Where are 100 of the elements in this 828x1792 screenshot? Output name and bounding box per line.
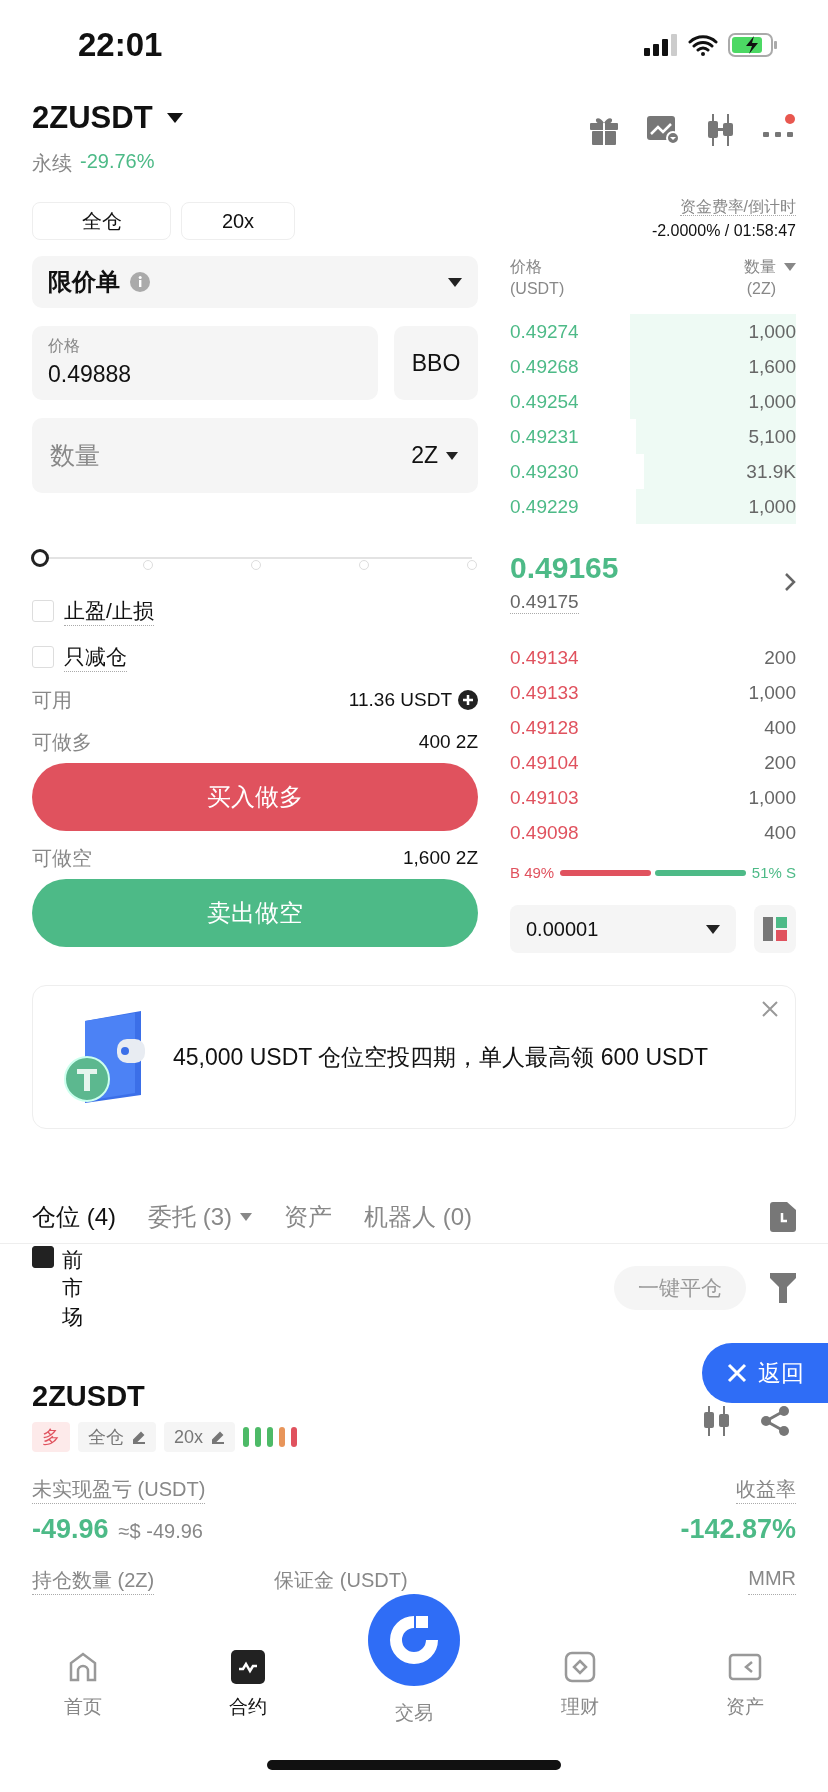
margin-label: 保证金 (USDT)	[274, 1568, 408, 1593]
filter-label: 前市场	[62, 1247, 83, 1330]
order-price: 0.49103	[510, 786, 579, 809]
margin-mode-button[interactable]: 全仓	[32, 202, 171, 240]
history-icon[interactable]	[770, 1202, 796, 1232]
promo-text: 45,000 USDT 仓位空投四期，单人最高领 600 USDT	[173, 1043, 709, 1072]
caret-icon	[446, 451, 458, 460]
order-price: 0.49229	[510, 495, 579, 518]
nav-item[interactable]: 交易	[395, 1700, 433, 1792]
slider-thumb[interactable]	[31, 549, 49, 567]
candlestick-icon[interactable]	[702, 1406, 732, 1436]
column-header: 价格	[510, 257, 543, 277]
slider-stop[interactable]	[143, 560, 153, 570]
tab[interactable]: 资产	[284, 1201, 332, 1233]
order-quantity: 5,100	[748, 425, 796, 448]
position-symbol: 2ZUSDT	[32, 1379, 145, 1413]
signal-icon	[644, 34, 678, 56]
order-price: 0.49230	[510, 460, 579, 483]
roe-value: -142.87%	[680, 1514, 796, 1545]
available-label: 可用	[32, 687, 72, 713]
column-unit: (2Z)	[745, 279, 777, 299]
symbol-title: 2ZUSDT	[32, 100, 153, 136]
margin-tag[interactable]: 全仓	[78, 1422, 156, 1452]
edit-icon	[132, 1430, 146, 1444]
leverage-tag[interactable]: 20x	[164, 1422, 236, 1452]
add-icon[interactable]	[458, 690, 478, 710]
slider-stop[interactable]	[251, 560, 261, 570]
option-label: 止盈/止损	[64, 596, 154, 626]
sell-short-button[interactable]: 卖出做空	[32, 879, 478, 947]
order-price: 0.49254	[510, 390, 579, 413]
pnl-label: 未实现盈亏 (USDT)	[32, 1476, 206, 1504]
max-long-value: 400 2Z	[418, 731, 478, 753]
wifi-icon	[688, 34, 718, 56]
caret-icon	[448, 277, 462, 287]
chevron-right-icon[interactable]	[784, 572, 796, 592]
funding-value: -2.0000% / 01:58:47	[651, 222, 796, 239]
nav-item[interactable]: 合约	[165, 1650, 332, 1792]
column-unit: (USDT)	[510, 279, 565, 299]
edit-icon	[211, 1430, 226, 1444]
filter-icon[interactable]	[770, 1273, 796, 1303]
tab[interactable]: 委托 (3)	[148, 1201, 252, 1233]
quantity-field[interactable]: 数量 2Z	[32, 418, 478, 493]
promo-banner[interactable]: 45,000 USDT 仓位空投四期，单人最高领 600 USDT	[32, 985, 796, 1129]
nav-item[interactable]: 资产	[662, 1650, 828, 1792]
order-quantity: 31.9K	[746, 460, 796, 483]
leverage-button[interactable]: 20x	[181, 202, 295, 240]
unit-selector[interactable]: 2Z	[411, 442, 458, 469]
caret-icon	[240, 1213, 252, 1221]
order-quantity: 200	[764, 751, 796, 774]
funding-label: 资金费率/倒计时	[679, 198, 796, 216]
tab[interactable]: 机器人 (0)	[364, 1201, 472, 1233]
share-icon[interactable]	[760, 1406, 790, 1436]
close-icon	[726, 1362, 748, 1384]
max-short-value: 1,600 2Z	[403, 847, 478, 869]
slider-stop[interactable]	[359, 560, 369, 570]
layout-icon	[763, 917, 787, 941]
info-icon	[130, 272, 150, 292]
available-value: 11.36 USDT	[348, 689, 452, 711]
bbo-button[interactable]: BBO	[394, 326, 478, 400]
order-price: 0.49098	[510, 821, 579, 844]
layout-button[interactable]	[754, 905, 796, 953]
back-button[interactable]: 返回	[702, 1343, 828, 1403]
last-price: 0.49165	[510, 550, 619, 585]
price-change: -29.76%	[80, 150, 155, 174]
pnl-value: -49.96	[32, 1514, 109, 1545]
order-price: 0.49133	[510, 681, 579, 704]
roe-label: 收益率	[736, 1476, 796, 1504]
buy-long-button[interactable]: 买入做多	[32, 763, 478, 831]
max-short-label: 可做空	[32, 845, 92, 871]
option-label: 只减仓	[64, 642, 127, 672]
checkbox[interactable]	[32, 1246, 54, 1268]
amount-slider[interactable]	[32, 549, 478, 567]
tab[interactable]: 仓位 (4)	[32, 1201, 116, 1233]
column-header: 数量	[744, 257, 776, 277]
mmr-label: MMR	[748, 1567, 796, 1595]
order-price: 0.49128	[510, 716, 579, 739]
battery-icon	[728, 33, 778, 57]
order-quantity: 1,000	[748, 681, 796, 704]
order-quantity: 400	[764, 716, 796, 739]
order-price: 0.49231	[510, 425, 579, 448]
contract-type: 永续	[32, 151, 72, 176]
candlestick-icon[interactable]	[706, 114, 736, 146]
chart-alert-icon[interactable]	[646, 115, 680, 145]
pulse-icon	[231, 1650, 266, 1684]
precision-dropdown[interactable]: 0.00001	[510, 905, 736, 953]
slider-stop[interactable]	[467, 560, 477, 570]
order-quantity: 1,000	[748, 786, 796, 809]
price-field[interactable]: 价格 0.49888	[32, 326, 378, 400]
mark-price: 0.49175	[510, 590, 579, 614]
caret-icon[interactable]	[166, 113, 183, 123]
nav-item[interactable]: 首页	[0, 1650, 166, 1792]
nav-item[interactable]: 理财	[496, 1650, 663, 1792]
order-type-dropdown[interactable]: 限价单	[32, 256, 478, 308]
risk-meter-icon	[243, 1427, 298, 1447]
order-quantity: 1,000	[748, 390, 796, 413]
order-quantity: 400	[764, 821, 796, 844]
order-price: 0.49274	[510, 320, 579, 343]
order-quantity: 1,000	[748, 495, 796, 518]
sell-share: 51% S	[751, 864, 796, 881]
close-icon[interactable]	[761, 1000, 779, 1018]
